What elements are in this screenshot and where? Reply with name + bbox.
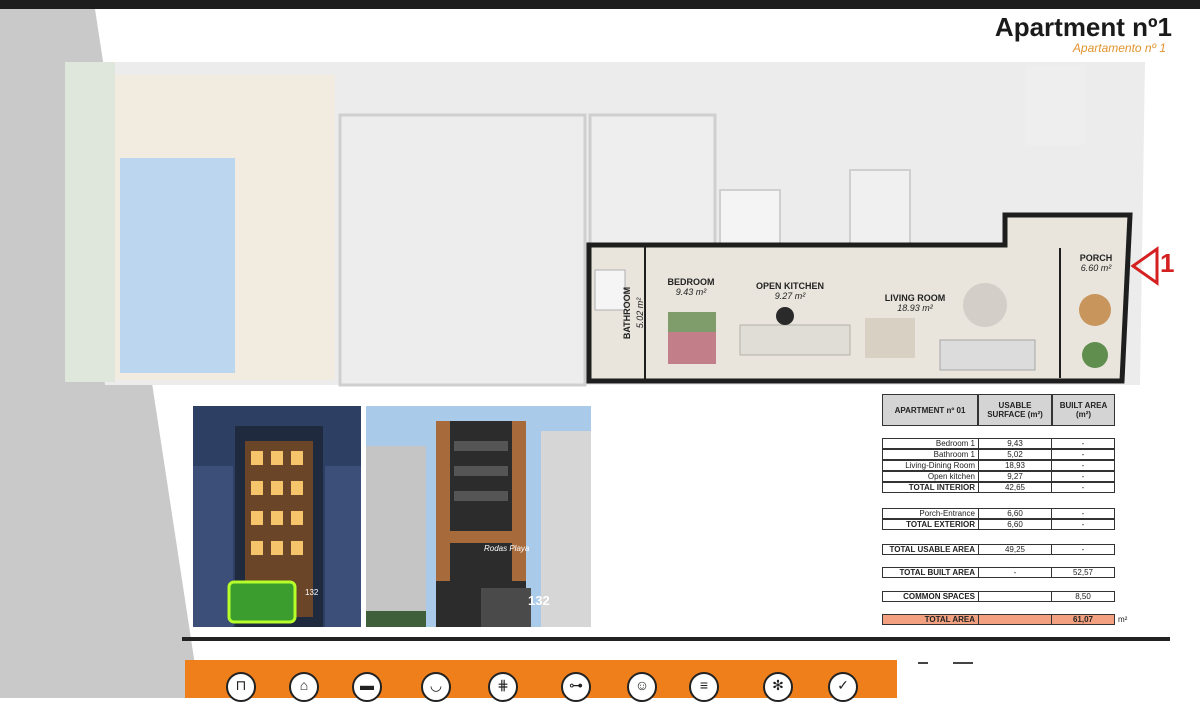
table-row-total: TOTAL AREA 61,07 — [882, 614, 1115, 625]
row-built: - — [1081, 520, 1085, 529]
area-table: APARTMENT nº 01 USABLE SURFACE (m²) BUIL… — [882, 394, 1122, 634]
porch-plant — [1082, 342, 1108, 368]
bathroom-area: 5.02 m² — [635, 297, 645, 329]
table-header-built: BUILT AREA (m²) — [1052, 394, 1115, 426]
row-usable: 49,25 — [979, 545, 1052, 554]
row-built: 8,50 — [1075, 592, 1091, 601]
row-built: - — [1081, 545, 1085, 554]
row-label: Open kitchen — [883, 472, 979, 481]
row-usable: 42,65 — [979, 483, 1052, 492]
row-built: 52,57 — [1072, 568, 1094, 577]
table-row: Bathroom 1 5,02 - — [882, 449, 1115, 460]
porch-label: PORCH — [1079, 253, 1113, 263]
row-built: - — [1081, 461, 1085, 470]
dash-mark — [953, 662, 973, 664]
porch-table — [1079, 294, 1111, 326]
table-row: COMMON SPACES 8,50 — [882, 591, 1115, 602]
row-usable: - — [979, 568, 1052, 577]
neighbour-kitchen — [588, 113, 717, 247]
bedroom-label: BEDROOM — [667, 277, 715, 287]
night-render-number: 132 — [305, 588, 319, 597]
kitchen-area: 9.27 m² — [774, 291, 806, 301]
row-built: - — [1081, 483, 1085, 492]
table-header-usable: USABLE SURFACE (m²) — [978, 394, 1052, 426]
kitchen-hob — [776, 307, 794, 325]
row-built: 61,07 — [1072, 615, 1094, 624]
row-built: - — [1081, 509, 1085, 518]
corner-garden — [1025, 65, 1085, 145]
day-render-photo — [366, 406, 591, 627]
row-usable: 9,43 — [979, 439, 1052, 448]
row-label: Bedroom 1 — [883, 439, 979, 448]
kitchen-counter — [739, 324, 851, 356]
day-render-illustration — [366, 406, 591, 627]
row-label: TOTAL BUILT AREA — [883, 568, 979, 577]
row-label: COMMON SPACES — [883, 592, 979, 601]
row-label: TOTAL INTERIOR — [883, 483, 979, 492]
row-usable: 18,93 — [979, 461, 1052, 470]
porch-area: 6.60 m² — [1080, 263, 1112, 273]
living-room-area: 18.93 m² — [897, 303, 933, 313]
bedroom-area: 9.43 m² — [675, 287, 707, 297]
row-usable — [979, 592, 1052, 601]
table-row: TOTAL BUILT AREA - 52,57 — [882, 567, 1115, 578]
table-row: Bedroom 1 9,43 - — [882, 438, 1115, 449]
night-render-photo — [193, 406, 361, 627]
table-row: TOTAL INTERIOR 42,65 - — [882, 482, 1115, 493]
table-row: Porch-Entrance 6,60 - — [882, 508, 1115, 519]
neighbour-unit — [338, 113, 587, 387]
row-label: Porch-Entrance — [883, 509, 979, 518]
table-row: TOTAL EXTERIOR 6,60 - — [882, 519, 1115, 530]
row-label: TOTAL AREA — [883, 615, 979, 624]
apartment-marker-number: 1 — [1160, 248, 1175, 278]
bottom-divider — [182, 637, 1170, 641]
table-row: Living-Dining Room 18,93 - — [882, 460, 1115, 471]
unit-label: m² — [1118, 615, 1128, 624]
day-render-number: 132 — [528, 593, 550, 608]
kitchen-label: OPEN KITCHEN — [755, 281, 824, 291]
row-built: - — [1081, 472, 1085, 481]
night-render-illustration — [193, 406, 361, 627]
table-header-title: APARTMENT nº 01 — [882, 394, 978, 426]
row-usable: 9,27 — [979, 472, 1052, 481]
floor-plan — [65, 62, 1159, 387]
table-row: TOTAL USABLE AREA 49,25 - — [882, 544, 1115, 555]
row-built: - — [1081, 439, 1085, 448]
shower — [594, 269, 626, 311]
row-usable: 6,60 — [979, 520, 1052, 529]
living-room-label: LIVING ROOM — [884, 293, 946, 303]
dining-table — [865, 318, 915, 358]
row-built: - — [1081, 450, 1085, 459]
coffee-table — [963, 283, 1007, 327]
row-label: TOTAL EXTERIOR — [883, 520, 979, 529]
row-usable: 6,60 — [979, 509, 1052, 518]
garden-strip — [65, 62, 115, 382]
building-sign: Rodas Playa — [484, 544, 530, 553]
bed-blanket — [668, 312, 716, 332]
row-label: TOTAL USABLE AREA — [883, 545, 979, 554]
row-usable — [979, 615, 1052, 624]
table-row: Open kitchen 9,27 - — [882, 471, 1115, 482]
bathroom-label: BATHROOM — [622, 286, 632, 340]
row-label: Bathroom 1 — [883, 450, 979, 459]
row-usable: 5,02 — [979, 450, 1052, 459]
sofa — [939, 339, 1036, 371]
row-label: Living-Dining Room — [883, 461, 979, 470]
dash-mark — [918, 662, 928, 664]
stairwell — [849, 169, 911, 251]
swimming-pool — [120, 158, 235, 373]
